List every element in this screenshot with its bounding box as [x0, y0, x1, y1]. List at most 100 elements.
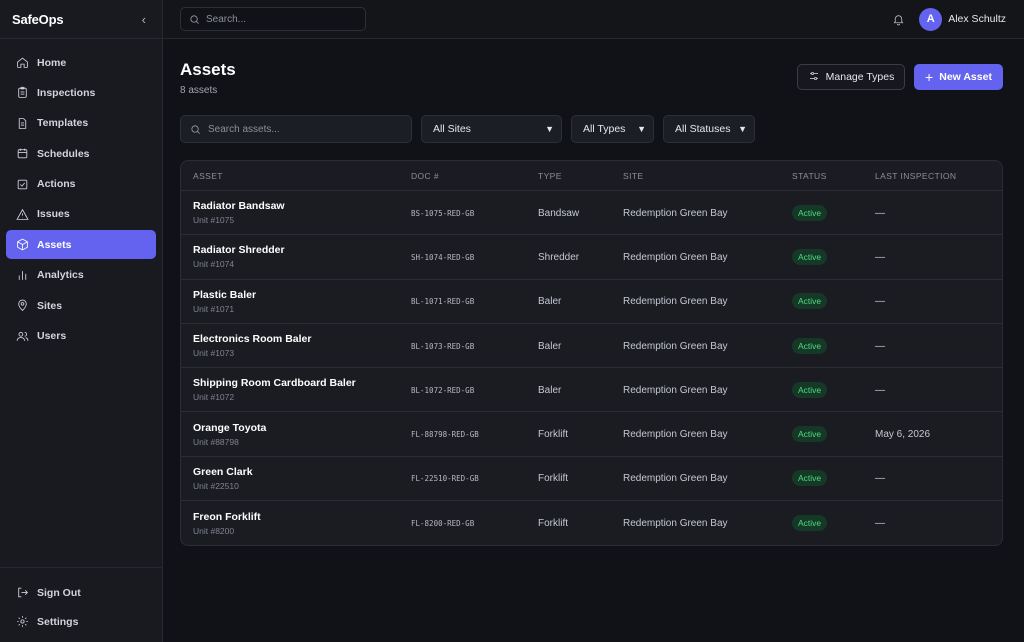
doc-number: FL-8200-RED-GB — [411, 519, 475, 529]
last-inspection: — — [875, 384, 885, 396]
sidebar-item-settings[interactable]: Settings — [6, 607, 156, 636]
table-row[interactable]: Green Clark Unit #22510 FL-22510-RED-GB For… — [181, 457, 1002, 502]
document-icon — [15, 116, 29, 130]
doc-number: BL-1073-RED-GB — [411, 341, 475, 351]
doc-number: FL-22510-RED-GB — [411, 474, 479, 484]
column-header-status[interactable]: Status — [792, 171, 875, 181]
asset-unit: Unit #1072 — [193, 392, 235, 403]
chevron-left-icon[interactable]: ‹ — [142, 12, 146, 27]
sidebar-item-users[interactable]: Users — [6, 322, 156, 351]
sidebar-item-inspections[interactable]: Inspections — [6, 78, 156, 107]
global-search-input[interactable] — [206, 13, 365, 25]
column-header-site[interactable]: Site — [623, 171, 792, 181]
asset-type: Baler — [538, 340, 562, 352]
chevron-down-icon: ▼ — [545, 124, 554, 134]
asset-cell: Shipping Room Cardboard Baler Unit #1072 — [181, 377, 411, 402]
asset-name: Orange Toyota — [193, 421, 267, 434]
sidebar-item-label: Settings — [37, 615, 79, 628]
sidebar-item-assets[interactable]: Assets — [6, 230, 156, 260]
sliders-icon — [808, 70, 820, 85]
column-header-doc[interactable]: Doc # — [411, 171, 538, 181]
main-content: Assets 8 assets Manage Types + New Asset… — [163, 39, 1024, 642]
sidebar-item-label: Actions — [37, 178, 76, 191]
column-header-type[interactable]: Type — [538, 171, 623, 181]
asset-search[interactable] — [180, 115, 412, 143]
new-asset-button[interactable]: + New Asset — [914, 64, 1003, 90]
table-row[interactable]: Radiator Shredder Unit #1074 SH-1074-RED-G… — [181, 235, 1002, 280]
sidebar: SafeOps ‹ Home Inspections Templates Schedu… — [0, 0, 163, 642]
column-header-asset[interactable]: Asset — [181, 171, 411, 181]
top-right: A Alex Schultz — [892, 7, 1006, 31]
sidebar-item-schedules[interactable]: Schedules — [6, 139, 156, 168]
last-inspection: — — [875, 296, 885, 308]
avatar: A — [919, 7, 943, 31]
plus-icon: + — [925, 69, 934, 85]
status-badge: Active — [792, 515, 828, 532]
sidebar-item-templates[interactable]: Templates — [6, 109, 156, 138]
last-inspection: — — [875, 207, 885, 219]
site-filter-select[interactable]: All Sites ▼ — [421, 115, 562, 143]
sidebar-item-label: Sign Out — [37, 586, 81, 599]
asset-type: Forklift — [538, 429, 568, 441]
asset-unit: Unit #1073 — [193, 348, 235, 359]
user-menu[interactable]: A Alex Schultz — [919, 7, 1006, 31]
bell-icon[interactable] — [892, 13, 905, 26]
status-badge: Active — [792, 470, 828, 487]
table-row[interactable]: Orange Toyota Unit #88798 FL-88798-RED-GB F… — [181, 412, 1002, 457]
sidebar-item-home[interactable]: Home — [6, 48, 156, 77]
status-badge: Active — [792, 248, 828, 265]
sidebar-item-sign-out[interactable]: Sign Out — [6, 578, 156, 607]
asset-site: Redemption Green Bay — [623, 251, 728, 263]
asset-cell: Electronics Room Baler Unit #1073 — [181, 333, 411, 358]
status-filter-select[interactable]: All Statuses ▼ — [663, 115, 755, 143]
warning-icon — [15, 207, 29, 221]
table-row[interactable]: Electronics Room Baler Unit #1073 BL-1073-… — [181, 324, 1002, 369]
status-badge: Active — [792, 204, 828, 221]
column-header-last-inspection[interactable]: Last Inspection — [875, 171, 1002, 181]
asset-unit: Unit #8200 — [193, 525, 235, 536]
asset-cell: Plastic Baler Unit #1071 — [181, 289, 411, 314]
asset-type: Forklift — [538, 473, 568, 485]
status-filter-value: All Statuses — [675, 123, 731, 135]
global-search[interactable] — [180, 7, 366, 31]
asset-search-input[interactable] — [208, 123, 411, 135]
sidebar-item-actions[interactable]: Actions — [6, 170, 156, 199]
type-filter-select[interactable]: All Types ▼ — [571, 115, 654, 143]
cube-icon — [15, 238, 29, 252]
sidebar-item-label: Templates — [37, 117, 89, 130]
doc-number: BL-1071-RED-GB — [411, 297, 475, 307]
asset-site: Redemption Green Bay — [623, 384, 728, 396]
map-pin-icon — [15, 299, 29, 313]
top-bar: A Alex Schultz — [163, 0, 1024, 39]
asset-name: Green Clark — [193, 465, 253, 478]
asset-name: Shipping Room Cardboard Baler — [193, 377, 356, 390]
asset-type: Bandsaw — [538, 207, 580, 219]
table-row[interactable]: Freon Forklift Unit #8200 FL-8200-RED-GB Fo… — [181, 501, 1002, 545]
doc-number: BL-1072-RED-GB — [411, 385, 475, 395]
table-row[interactable]: Plastic Baler Unit #1071 BL-1071-RED-GB Bal… — [181, 280, 1002, 324]
sidebar-item-label: Sites — [37, 299, 63, 312]
assets-table: Asset Doc # Type Site Status Last Inspec… — [180, 160, 1003, 546]
clipboard-icon — [15, 86, 29, 100]
asset-cell: Freon Forklift Unit #8200 — [181, 511, 411, 536]
user-name: Alex Schultz — [948, 13, 1006, 25]
chevron-down-icon: ▼ — [738, 124, 747, 134]
last-inspection: — — [875, 340, 885, 352]
site-filter-value: All Sites — [433, 123, 471, 135]
manage-types-button[interactable]: Manage Types — [797, 64, 905, 90]
table-row[interactable]: Radiator Bandsaw Unit #1075 BS-1075-RED-GB… — [181, 191, 1002, 236]
table-row[interactable]: Shipping Room Cardboard Baler Unit #1072 B… — [181, 368, 1002, 413]
sidebar-item-sites[interactable]: Sites — [6, 291, 156, 320]
sign-out-icon — [15, 586, 29, 600]
check-square-icon — [15, 177, 29, 191]
sidebar-item-issues[interactable]: Issues — [6, 200, 156, 229]
sidebar-item-label: Assets — [37, 238, 72, 251]
status-badge: Active — [792, 337, 828, 354]
sidebar-item-analytics[interactable]: Analytics — [6, 261, 156, 290]
search-icon — [190, 124, 201, 135]
last-inspection: — — [875, 518, 885, 530]
sidebar-item-label: Home — [37, 56, 67, 69]
asset-cell: Radiator Shredder Unit #1074 — [181, 244, 411, 269]
sidebar-item-label: Issues — [37, 208, 70, 221]
asset-site: Redemption Green Bay — [623, 473, 728, 485]
